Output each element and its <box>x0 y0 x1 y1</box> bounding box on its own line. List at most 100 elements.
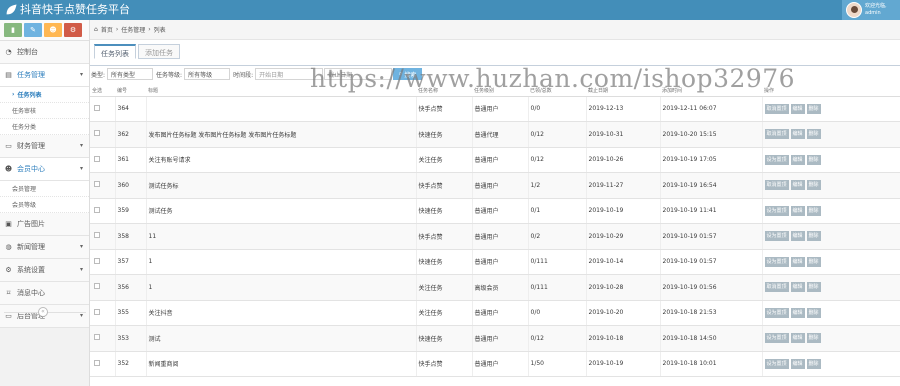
cell-actions: 取消置顶 编辑 删除 <box>762 172 900 199</box>
edit-button[interactable]: 编辑 <box>790 307 805 318</box>
sidebar-item-label: 新闻管理 <box>17 243 45 251</box>
user-menu[interactable]: 欢迎光临, admin <box>842 0 900 20</box>
delete-button[interactable]: 删除 <box>806 205 821 216</box>
pin-toggle-button[interactable]: 取消置顶 <box>764 282 789 293</box>
settings-icon[interactable]: ⚙ <box>64 23 82 37</box>
edit-button[interactable]: 编辑 <box>790 205 805 216</box>
delete-button[interactable]: 删除 <box>806 282 821 293</box>
cell-progress: 0/12 <box>528 121 587 148</box>
collapse-icon[interactable]: « <box>38 307 48 317</box>
sidebar-subitem-label: 任务分类 <box>12 124 37 131</box>
pin-toggle-button[interactable]: 取消置顶 <box>764 180 789 191</box>
tab-add-task[interactable]: 添加任务 <box>138 44 180 59</box>
cell-level: 普通用户 <box>472 223 529 250</box>
cell-actions: 取消置顶 编辑 删除 <box>762 121 900 148</box>
table-row: 356 1 关注任务 高级会员 0/111 2019-10-28 2019-10-19 01… <box>90 274 900 301</box>
delete-button[interactable]: 删除 <box>806 129 821 140</box>
cell-id: 361 <box>115 147 147 173</box>
pin-toggle-button[interactable]: 设为置顶 <box>764 154 789 165</box>
delete-button[interactable]: 删除 <box>806 231 821 242</box>
edit-button[interactable]: 编辑 <box>790 231 805 242</box>
pencil-icon[interactable]: ✎ <box>24 23 42 37</box>
cell-actions: 取消置顶 编辑 删除 <box>762 96 900 122</box>
cell-id: 356 <box>115 274 147 301</box>
delete-button[interactable]: 删除 <box>806 180 821 191</box>
edit-button[interactable]: 编辑 <box>790 333 805 344</box>
pin-toggle-button[interactable]: 取消置顶 <box>764 103 789 114</box>
row-checkbox[interactable] <box>94 181 100 188</box>
edit-button[interactable]: 编辑 <box>790 256 805 267</box>
search-button[interactable]: ⌕ 搜索 <box>393 68 423 80</box>
cell-actions: 取消置顶 编辑 删除 <box>762 274 900 301</box>
edit-button[interactable]: 编辑 <box>790 358 805 369</box>
sidebar-item-finance[interactable]: ▭ 财务管理 ▾ <box>0 135 89 158</box>
row-checkbox[interactable] <box>94 359 100 366</box>
sidebar-subitem-task-review[interactable]: 任务审核 <box>0 103 89 119</box>
sidebar-item-dashboard[interactable]: ◔ 控制台 <box>0 41 89 64</box>
cell-title: 1 <box>146 249 417 275</box>
app-brand[interactable]: 抖音快手点赞任务平台 <box>5 2 130 18</box>
row-checkbox[interactable] <box>94 257 100 264</box>
sidebar-subitem-task-list[interactable]: › 任务列表 <box>0 87 89 103</box>
row-checkbox[interactable] <box>94 130 100 137</box>
delete-button[interactable]: 删除 <box>806 358 821 369</box>
pin-toggle-button[interactable]: 取消置顶 <box>764 129 789 140</box>
pin-toggle-button[interactable]: 设为置顶 <box>764 256 789 267</box>
pin-toggle-button[interactable]: 设为置顶 <box>764 205 789 216</box>
cell-name: 快手点赞 <box>416 172 473 199</box>
end-date-input[interactable]: 截止日期 <box>324 68 393 80</box>
row-checkbox[interactable] <box>94 232 100 239</box>
sidebar-item-tasks[interactable]: ▤ 任务管理 ▾ <box>0 64 89 87</box>
row-select-cell <box>90 325 116 352</box>
delete-button[interactable]: 删除 <box>806 256 821 267</box>
row-checkbox[interactable] <box>94 206 100 213</box>
type-select[interactable]: 所有类型 <box>107 68 154 80</box>
delete-button[interactable]: 删除 <box>806 103 821 114</box>
cell-added: 2019-10-18 21:53 <box>660 300 763 326</box>
header-added: 添加时间 <box>660 86 762 97</box>
row-checkbox[interactable] <box>94 308 100 315</box>
cell-added: 2019-10-19 16:54 <box>660 172 763 199</box>
edit-button[interactable]: 编辑 <box>790 180 805 191</box>
edit-button[interactable]: 编辑 <box>790 129 805 140</box>
sidebar-item-members[interactable]: ☻ 会员中心 ▾ <box>0 158 89 181</box>
delete-button[interactable]: 删除 <box>806 333 821 344</box>
sidebar-item-messages[interactable]: ⌑ 消息中心 <box>0 282 89 305</box>
cell-name: 快速任务 <box>416 325 473 352</box>
pin-toggle-button[interactable]: 设为置顶 <box>764 358 789 369</box>
row-select-cell <box>90 274 116 301</box>
start-date-input[interactable]: 开始日期 <box>255 68 324 80</box>
row-checkbox[interactable] <box>94 155 100 162</box>
breadcrumb-separator: › <box>148 26 151 33</box>
header-select-all[interactable]: 全选 <box>90 86 115 97</box>
sidebar-subitem-member-manage[interactable]: 会员管理 <box>0 181 89 197</box>
edit-button[interactable]: 编辑 <box>790 282 805 293</box>
breadcrumb-home[interactable]: 首页 <box>101 25 113 34</box>
pin-toggle-button[interactable]: 设为置顶 <box>764 231 789 242</box>
start-date-placeholder: 开始日期 <box>259 71 284 79</box>
row-checkbox[interactable] <box>94 104 100 111</box>
row-checkbox[interactable] <box>94 334 100 341</box>
delete-button[interactable]: 删除 <box>806 307 821 318</box>
sidebar-subitem-member-level[interactable]: 会员等级 <box>0 197 89 213</box>
level-select[interactable]: 所有等级 <box>184 68 231 80</box>
edit-button[interactable]: 编辑 <box>790 103 805 114</box>
chart-icon[interactable]: ▮ <box>4 23 22 37</box>
table-row: 352 新闻重商阅 快手点赞 普通用户 1/50 2019-10-19 2019-10-18… <box>90 351 900 377</box>
pin-toggle-button[interactable]: 设为置顶 <box>764 307 789 318</box>
table-row: 361 关注有账号请求 关注任务 普通用户 0/12 2019-10-26 2019-10-… <box>90 147 900 173</box>
tab-task-list[interactable]: 任务列表 <box>94 44 136 59</box>
sidebar-item-ads[interactable]: ▣ 广告图片 <box>0 213 89 236</box>
pin-toggle-button[interactable]: 设为置顶 <box>764 333 789 344</box>
sidebar-subitem-task-category[interactable]: 任务分类 <box>0 119 89 135</box>
sidebar-item-label: 财务管理 <box>17 142 45 150</box>
cell-added: 2019-10-20 15:15 <box>660 121 763 148</box>
delete-button[interactable]: 删除 <box>806 154 821 165</box>
users-icon[interactable]: ☻ <box>44 23 62 37</box>
sidebar-item-news[interactable]: ◍ 新闻管理 ▾ <box>0 236 89 259</box>
sidebar-item-settings[interactable]: ⚙ 系统设置 ▾ <box>0 259 89 282</box>
cell-deadline: 2019-10-18 <box>586 325 661 352</box>
row-checkbox[interactable] <box>94 283 100 290</box>
edit-button[interactable]: 编辑 <box>790 154 805 165</box>
breadcrumb-section[interactable]: 任务管理 <box>121 25 145 34</box>
